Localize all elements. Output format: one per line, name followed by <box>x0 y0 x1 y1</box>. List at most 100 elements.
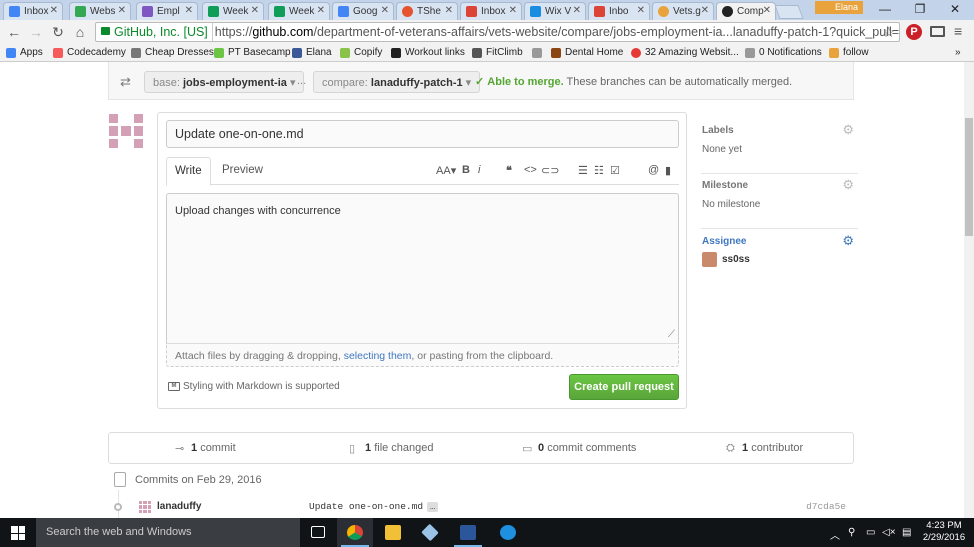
browser-tab[interactable]: Week ✕ <box>268 2 330 20</box>
quote-icon[interactable]: ❝ <box>506 164 512 177</box>
word-app-icon[interactable] <box>450 518 486 547</box>
browser-tab[interactable]: Vets.g ✕ <box>652 2 714 20</box>
browser-tab-active[interactable]: Comp ✕ <box>716 2 776 20</box>
tab-preview[interactable]: Preview <box>214 157 271 186</box>
create-pull-request-button[interactable]: Create pull request <box>569 374 679 400</box>
task-view-icon[interactable] <box>300 518 336 547</box>
close-icon[interactable]: ✕ <box>50 5 58 16</box>
saved-reply-icon[interactable]: ▮ <box>665 164 671 177</box>
bookmark-star-icon[interactable]: ☆ <box>882 23 895 41</box>
home-icon[interactable]: ⌂ <box>72 24 88 40</box>
close-icon[interactable]: ✕ <box>509 5 517 16</box>
new-tab-button[interactable] <box>774 5 804 19</box>
bookmark-apps[interactable]: Apps <box>6 47 43 58</box>
windows-start-icon[interactable] <box>11 526 25 540</box>
mention-icon[interactable]: @ <box>648 164 659 176</box>
base-branch-select[interactable]: base: jobs-employment-ia ▾ <box>144 71 305 93</box>
commit-sha-link[interactable]: d7cda5e <box>806 501 846 512</box>
notifications-icon[interactable]: ▤ <box>902 527 911 538</box>
pr-title-input[interactable]: Update one-on-one.md <box>166 120 679 148</box>
restore-icon[interactable]: ❐ <box>910 2 930 16</box>
minimize-icon[interactable]: — <box>875 2 895 16</box>
browser-tab[interactable]: TShe ✕ <box>396 2 458 20</box>
commit-message-link[interactable]: Update one-on-one.md… <box>309 501 439 512</box>
volume-icon[interactable]: ◁× <box>882 527 896 538</box>
network-icon[interactable]: ⚲ <box>848 527 855 538</box>
markdown-hint[interactable]: M Styling with Markdown is supported <box>168 381 340 392</box>
commit-author-link[interactable]: lanaduffy <box>157 501 201 512</box>
close-icon[interactable]: ✕ <box>381 5 389 16</box>
virtualbox-icon[interactable] <box>412 518 448 547</box>
avatar[interactable] <box>109 114 143 148</box>
back-arrow-icon[interactable]: ← <box>6 24 22 40</box>
taskbar-search-input[interactable]: Search the web and Windows <box>36 518 300 547</box>
address-bar[interactable]: GitHub, Inc. [US] https://github.com/depa… <box>95 22 900 42</box>
compare-arrows-icon[interactable]: ⇄ <box>120 74 131 90</box>
bookmark-item[interactable]: Cheap Dresses <box>131 47 214 58</box>
attach-files-area[interactable]: Attach files by dragging & dropping, sel… <box>166 343 679 367</box>
page-scrollbar[interactable] <box>964 62 974 518</box>
bookmark-item[interactable]: Copify <box>340 47 382 58</box>
cast-icon[interactable] <box>930 26 945 37</box>
close-icon[interactable]: ✕ <box>251 5 259 16</box>
contributors-stat[interactable]: ⛭ 1 contributor <box>726 442 803 454</box>
chevron-up-icon[interactable]: ︿ <box>830 527 840 542</box>
close-window-icon[interactable]: ✕ <box>945 2 965 16</box>
assignee-user[interactable]: ss0ss <box>702 252 750 267</box>
browser-tab[interactable]: Empl ✕ <box>136 2 198 20</box>
bookmark-item[interactable]: Workout links <box>391 47 465 58</box>
profile-badge[interactable]: Elana <box>815 1 863 14</box>
gear-icon[interactable]: ⚙ <box>842 233 854 249</box>
bookmark-item[interactable]: 0 Notifications <box>745 47 822 58</box>
gear-icon[interactable]: ⚙ <box>842 122 854 138</box>
close-icon[interactable]: ✕ <box>637 5 645 16</box>
heading-icon[interactable]: AA▾ <box>436 164 456 177</box>
code-icon[interactable]: <> <box>524 164 537 176</box>
edge-app-icon[interactable] <box>490 518 526 547</box>
bookmark-item[interactable]: Elana <box>292 47 332 58</box>
bullet-list-icon[interactable]: ☰ <box>578 164 588 177</box>
close-icon[interactable]: ✕ <box>763 5 771 16</box>
reload-icon[interactable]: ↻ <box>50 24 66 40</box>
browser-tab[interactable]: Goog ✕ <box>332 2 394 20</box>
tab-write[interactable]: Write <box>166 157 211 186</box>
bookmark-item[interactable]: follow <box>829 47 869 58</box>
bookmark-item[interactable]: PT Basecamp <box>214 47 291 58</box>
close-icon[interactable]: ✕ <box>573 5 581 16</box>
battery-icon[interactable]: ▭ <box>866 527 875 538</box>
forward-arrow-icon[interactable]: → <box>28 24 44 40</box>
expand-message-button[interactable]: … <box>427 502 439 512</box>
gear-icon[interactable]: ⚙ <box>842 177 854 193</box>
commits-stat[interactable]: ⊸ 1 commit <box>175 442 236 455</box>
bookmark-item[interactable]: Codecademy <box>53 47 126 58</box>
browser-tab[interactable]: Inbox ✕ <box>460 2 522 20</box>
scrollbar-thumb[interactable] <box>965 118 973 236</box>
browser-tab[interactable]: Inbox ✕ <box>3 2 63 20</box>
numbered-list-icon[interactable]: ☷ <box>594 164 604 177</box>
pr-body-textarea[interactable]: Upload changes with concurrence ⟋ <box>166 193 679 343</box>
taskbar-clock[interactable]: 4:23 PM 2/29/2016 <box>916 520 972 544</box>
close-icon[interactable]: ✕ <box>118 5 126 16</box>
close-icon[interactable]: ✕ <box>445 5 453 16</box>
browser-tab[interactable]: Wix V ✕ <box>524 2 586 20</box>
file-explorer-icon[interactable] <box>375 518 411 547</box>
bold-icon[interactable]: B <box>462 164 470 176</box>
browser-tab[interactable]: Webs ✕ <box>69 2 131 20</box>
bookmark-item[interactable]: FitClimb <box>472 47 523 58</box>
close-icon[interactable]: ✕ <box>185 5 193 16</box>
resize-handle-icon[interactable]: ⟋ <box>668 329 675 340</box>
bookmark-item[interactable]: 32 Amazing Websit... <box>631 47 739 58</box>
task-list-icon[interactable]: ☑ <box>610 164 620 177</box>
italic-icon[interactable]: i <box>478 164 480 176</box>
close-icon[interactable]: ✕ <box>701 5 709 16</box>
pinterest-icon[interactable]: P <box>906 24 922 40</box>
bookmarks-overflow-icon[interactable]: » <box>955 47 961 58</box>
link-icon[interactable]: ⊂⊃ <box>541 164 559 177</box>
avatar[interactable] <box>139 501 151 513</box>
browser-tab[interactable]: Inbo ✕ <box>588 2 650 20</box>
select-files-link[interactable]: selecting them <box>344 350 412 362</box>
chrome-app-icon[interactable] <box>337 518 373 547</box>
close-icon[interactable]: ✕ <box>317 5 325 16</box>
bookmark-item[interactable]: Dental Home <box>551 47 623 58</box>
commit-comments-stat[interactable]: ▭ 0 commit comments <box>522 442 636 455</box>
